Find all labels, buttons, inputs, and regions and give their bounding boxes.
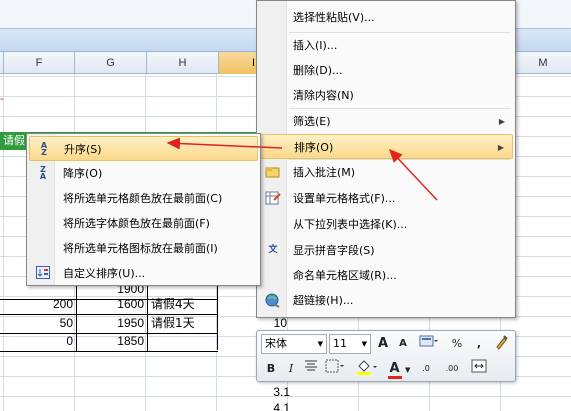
table-cell[interactable]: 请假4天 [148,295,218,315]
table-row: 0 1850 [0,332,218,352]
submenu-item-label: 将所选字体颜色放在最前面(F) [63,217,210,230]
column-header-h[interactable]: H [147,52,219,74]
menu-item-format-cells[interactable]: 设置单元格格式(F)... [259,186,513,211]
menu-item-show-phonetic[interactable]: 文 显示拼音字段(S) [259,238,513,263]
table-row: 200 1600 请假4天 [0,295,218,315]
menu-item-insert-comment[interactable]: 插入批注(M) [259,160,513,185]
column-header-f[interactable]: F [4,52,75,74]
format-painter-icon[interactable] [491,334,511,354]
table-cell[interactable]: 1950 [77,314,148,334]
chevron-down-icon: ▼ [405,366,411,374]
custom-sort-icon [35,266,51,281]
table-cell[interactable]: 0 [0,332,77,352]
table-cell[interactable]: 1600 [77,295,148,315]
format-cells-icon [265,191,281,206]
borders-icon[interactable] [323,359,349,379]
font-color-letter: A [387,362,402,379]
shrink-font-button[interactable]: A [393,334,413,354]
menu-item-delete[interactable]: 删除(D)... [259,58,513,83]
chevron-down-icon: ▼ [317,340,323,348]
menu-item-paste-special[interactable]: 选择性粘贴(V)... [259,5,513,30]
table-cell[interactable] [148,332,218,352]
menu-item-hyperlink[interactable]: 超链接(H)... [259,288,513,313]
table-cell[interactable]: 1850 [77,332,148,352]
bold-button[interactable]: B [261,359,281,379]
submenu-item-custom-sort[interactable]: 自定义排序(U)... [29,261,258,286]
percent-style-button[interactable]: % [447,334,467,354]
menu-item-label: 筛选(E) [293,115,331,128]
sort-submenu: AZ 升序(S) ZA 降序(O) 将所选单元格颜色放在最前面(C) 将所选字体… [26,133,261,286]
table-row: 50 1950 请假1天 [0,314,218,334]
table-cell[interactable]: 50 [0,314,77,334]
menu-item-label: 设置单元格格式(F)... [293,192,396,205]
menu-item-label: 排序(O) [294,141,334,154]
submenu-item-label: 自定义排序(U)... [63,267,146,280]
mini-toolbar: 宋体 ▼ 11 ▼ A A % , B I A ▼ .0 .00 [256,330,516,382]
submenu-arrow-icon: ▶ [497,143,504,152]
menu-item-insert[interactable]: 插入(I)... [259,33,513,58]
context-menu: 选择性粘贴(V)... 插入(I)... 删除(D)... 清除内容(N) 筛选… [256,0,516,318]
comma-style-button[interactable]: , [469,334,489,354]
submenu-item-label: 将所选单元格颜色放在最前面(C) [63,192,223,205]
italic-button[interactable]: I [281,359,301,379]
font-name-select[interactable]: 宋体 ▼ [261,334,327,354]
menu-item-pick-from-list[interactable]: 从下拉列表中选择(K)... [259,212,513,237]
submenu-item-cell-color-first[interactable]: 将所选单元格颜色放在最前面(C) [29,186,258,211]
decrease-decimal-button[interactable]: .00 [439,359,465,379]
submenu-item-sort-ascending[interactable]: AZ 升序(S) [29,136,258,161]
submenu-arrow-icon: ▶ [498,117,505,126]
font-size-value: 11 [333,337,347,350]
menu-item-label: 从下拉列表中选择(K)... [293,218,408,231]
chevron-down-icon: ▼ [361,340,367,348]
submenu-item-font-color-first[interactable]: 将所选字体颜色放在最前面(F) [29,211,258,236]
cell-value-k[interactable]: 4.1 [258,402,290,411]
menu-item-label: 清除内容(N) [293,89,354,102]
menu-item-label: 插入(I)... [293,39,338,52]
phonetic-icon: 文 [268,245,278,255]
increase-decimal-button[interactable]: .0 [415,359,437,379]
table-cell[interactable]: 200 [0,295,77,315]
increase-decimal-label: .0 [422,364,430,373]
menu-item-label: 插入批注(M) [293,166,356,179]
menu-item-filter[interactable]: 筛选(E) ▶ [259,109,513,134]
menu-item-label: 选择性粘贴(V)... [293,11,375,24]
submenu-item-cell-icon-first[interactable]: 将所选单元格图标放在最前面(I) [29,236,258,261]
merge-cells-icon[interactable] [469,359,489,379]
format-style-button[interactable] [417,334,441,354]
submenu-item-label: 将所选单元格图标放在最前面(I) [63,242,218,255]
insert-comment-icon [265,165,281,180]
fill-color-icon[interactable] [353,359,381,379]
menu-item-label: 超链接(H)... [293,294,354,307]
grow-font-button[interactable]: A [373,334,393,354]
sort-descending-icon: ZA [39,165,47,181]
menu-item-define-name[interactable]: 命名单元格区域(R)... [259,263,513,288]
column-header-m[interactable]: M [515,52,571,74]
red-marker: - [0,94,4,105]
submenu-item-label: 降序(O) [63,167,103,180]
column-header-g[interactable]: G [75,52,147,74]
hyperlink-icon [265,293,281,308]
menu-item-label: 删除(D)... [293,64,343,77]
table-cell[interactable]: 请假1天 [148,314,218,334]
menu-item-clear-contents[interactable]: 清除内容(N) [259,83,513,108]
menu-item-label: 显示拼音字段(S) [293,244,375,257]
submenu-item-sort-descending[interactable]: ZA 降序(O) [29,161,258,186]
font-color-button[interactable]: A ▼ [385,359,413,379]
decrease-decimal-label: .00 [445,364,459,373]
font-name-value: 宋体 [265,337,287,350]
sort-ascending-icon: AZ [40,141,48,157]
align-center-icon[interactable] [301,359,321,379]
menu-item-label: 命名单元格区域(R)... [293,269,397,282]
submenu-item-label: 升序(S) [64,143,102,156]
font-size-select[interactable]: 11 ▼ [329,334,371,354]
paste-special-icon [265,10,281,25]
cell-value-j[interactable]: 3.1 [258,385,290,401]
menu-item-sort[interactable]: 排序(O) ▶ [259,134,513,159]
